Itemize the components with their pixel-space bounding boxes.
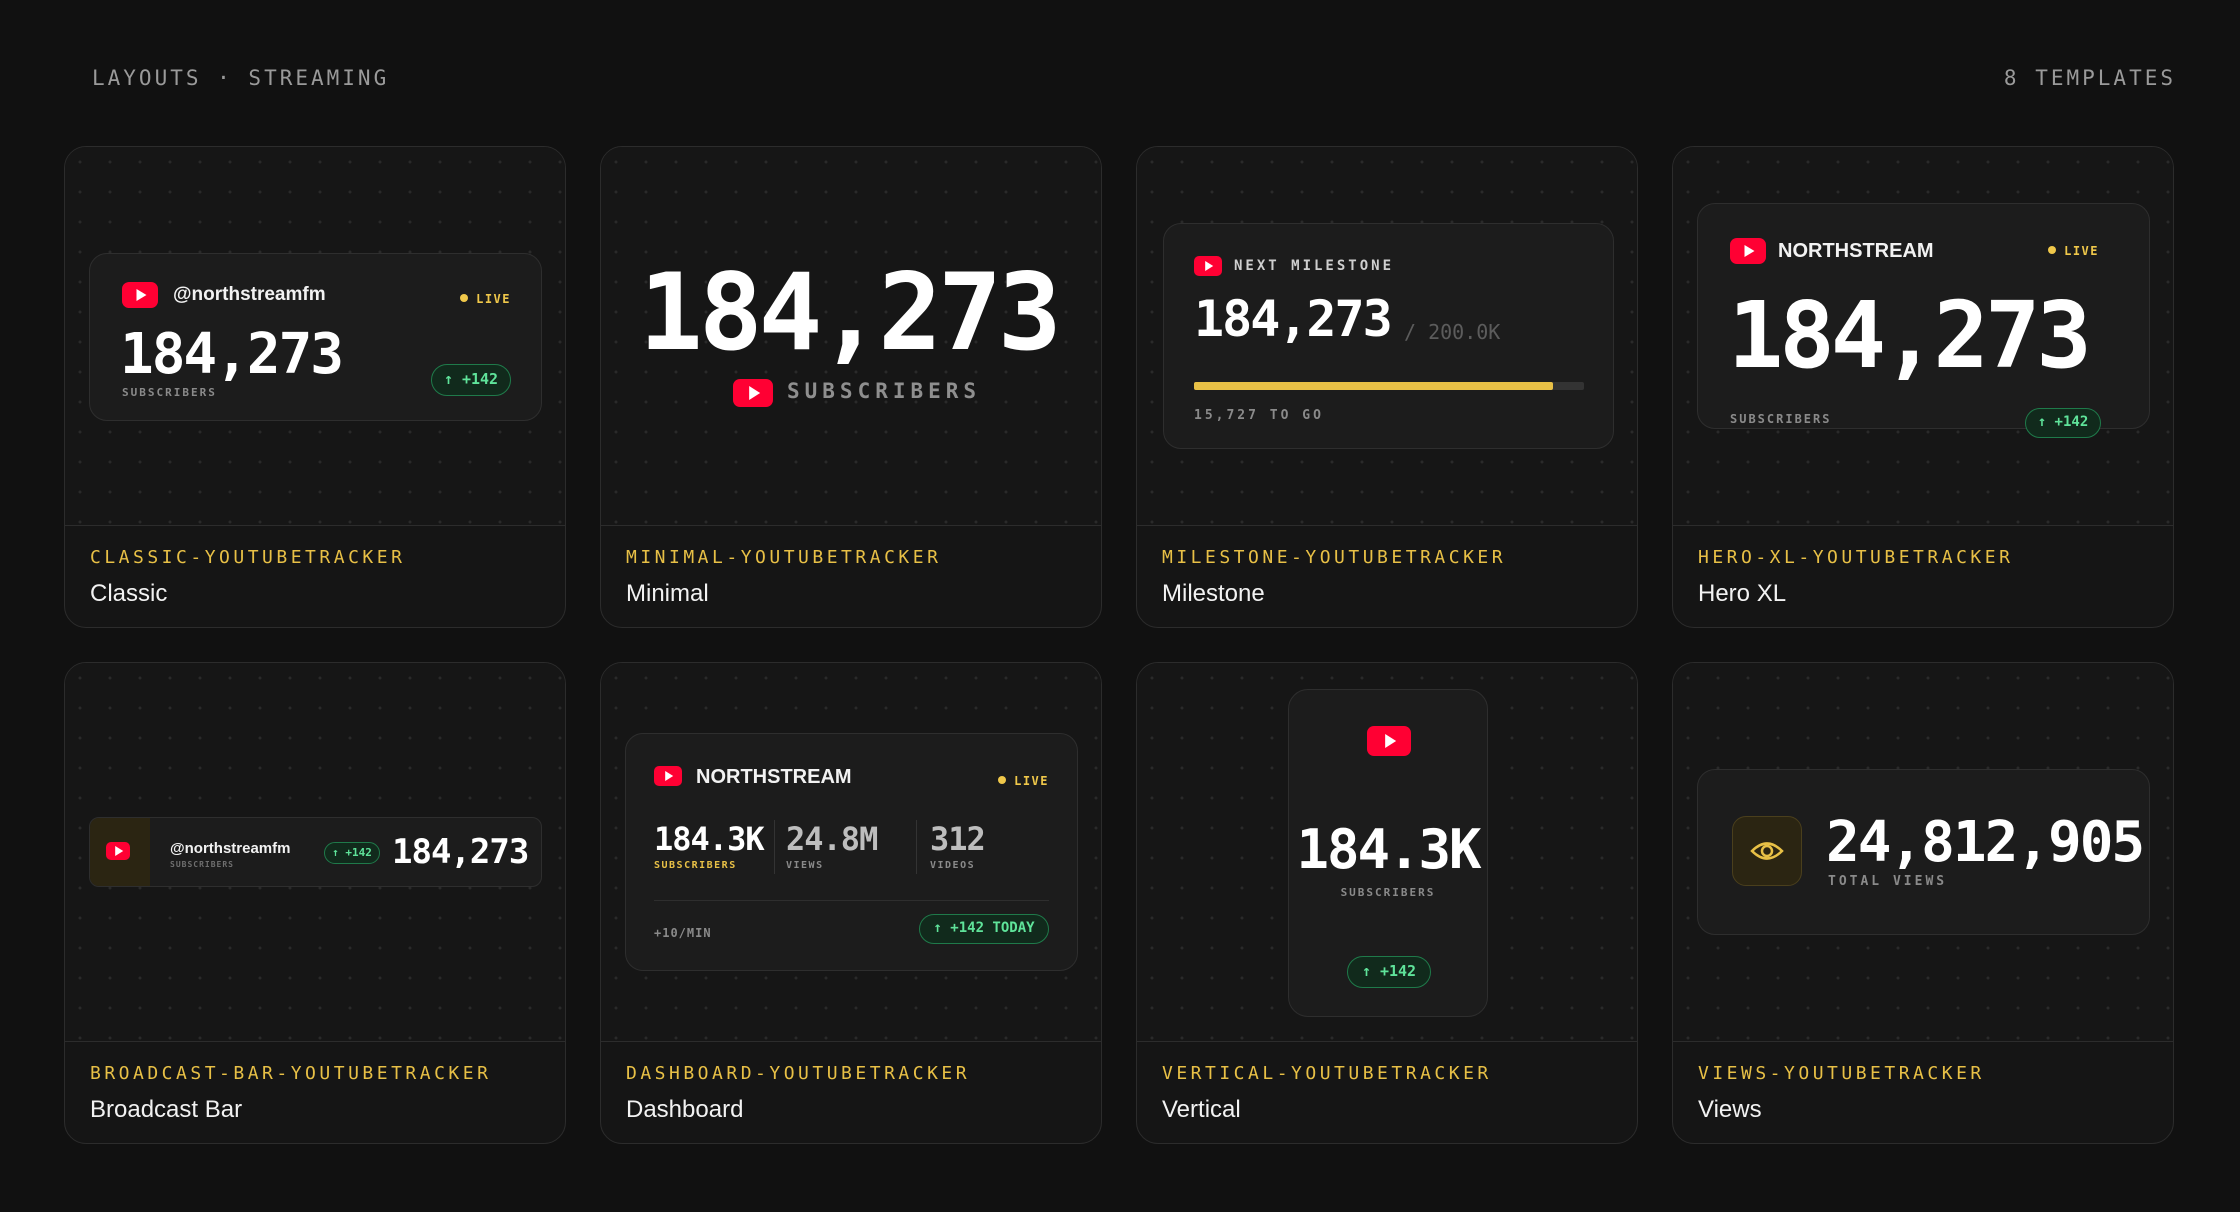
icon-strip (90, 818, 150, 886)
eye-icon (1732, 816, 1802, 886)
live-badge: LIVE (460, 292, 511, 306)
stat-views-label: VIEWS (786, 860, 824, 871)
template-preview: NORTHSTREAM LIVE 184,273 SUBSCRIBERS ↑ +… (1673, 147, 2173, 526)
widget-panel: NORTHSTREAM LIVE 184,273 SUBSCRIBERS ↑ +… (1697, 203, 2150, 438)
milestone-progress-fill (1194, 382, 1553, 390)
widget-panel: 24,812,905 TOTAL VIEWS (1697, 769, 2150, 935)
youtube-icon (1730, 238, 1766, 264)
template-name: Dashboard (626, 1096, 744, 1123)
template-card-dashboard[interactable]: NORTHSTREAM LIVE 184.3K SUBSCRIBERS 24.8… (600, 662, 1102, 1144)
template-name: Vertical (1162, 1096, 1241, 1123)
template-card-classic[interactable]: @northstreamfm LIVE 184,273 SUBSCRIBERS … (64, 146, 566, 628)
template-slug: DASHBOARD-YOUTUBETRACKER (626, 1063, 971, 1084)
template-meta: DASHBOARD-YOUTUBETRACKER Dashboard (626, 1063, 970, 1124)
template-count: 8 TEMPLATES (2003, 66, 2176, 90)
template-card-views[interactable]: 24,812,905 TOTAL VIEWS VIEWS-YOUTUBETRAC… (1672, 662, 2174, 1144)
template-slug: MILESTONE-YOUTUBETRACKER (1162, 547, 1507, 568)
widget-panel: NEXT MILESTONE 184,273 / 200.0K 15,727 T… (1163, 223, 1614, 449)
stat-divider (774, 820, 775, 874)
subscriber-count: 184.3K (1296, 818, 1481, 881)
widget-panel: @northstreamfm SUBSCRIBERS ↑ +142 184,27… (89, 817, 542, 887)
count-label: SUBSCRIBERS (170, 860, 234, 869)
template-name: Broadcast Bar (90, 1096, 243, 1123)
template-card-hero-xl[interactable]: NORTHSTREAM LIVE 184,273 SUBSCRIBERS ↑ +… (1672, 146, 2174, 628)
live-badge: LIVE (2048, 244, 2099, 258)
template-name: Views (1698, 1096, 1762, 1123)
template-slug: VERTICAL-YOUTUBETRACKER (1162, 1063, 1492, 1084)
youtube-icon (122, 282, 158, 308)
template-meta: VERTICAL-YOUTUBETRACKER Vertical (1162, 1063, 1492, 1124)
delta-badge: ↑ +142 (431, 364, 511, 396)
widget-panel: NORTHSTREAM LIVE 184.3K SUBSCRIBERS 24.8… (625, 733, 1078, 971)
count-label: SUBSCRIBERS (1340, 886, 1436, 899)
template-preview: 24,812,905 TOTAL VIEWS (1673, 663, 2173, 1042)
youtube-icon (733, 379, 773, 407)
template-slug: MINIMAL-YOUTUBETRACKER (626, 547, 942, 568)
template-meta: MINIMAL-YOUTUBETRACKER Minimal (626, 547, 941, 608)
milestone-title: NEXT MILESTONE (1234, 258, 1395, 274)
template-preview: 184,273 SUBSCRIBERS (601, 147, 1101, 526)
template-card-vertical[interactable]: 184.3K SUBSCRIBERS ↑ +142 VERTICAL-YOUTU… (1136, 662, 1638, 1144)
widget-panel: 184.3K SUBSCRIBERS ↑ +142 (1288, 689, 1488, 1017)
stat-views-value: 24.8M (786, 820, 878, 858)
count-label: TOTAL VIEWS (1828, 874, 1948, 889)
template-meta: HERO-XL-YOUTUBETRACKER Hero XL (1698, 547, 2013, 608)
template-card-minimal[interactable]: 184,273 SUBSCRIBERS MINIMAL-YOUTUBETRACK… (600, 146, 1102, 628)
youtube-icon (1367, 726, 1411, 756)
template-meta: BROADCAST-BAR-YOUTUBETRACKER Broadcast B… (90, 1063, 491, 1124)
delta-badge: ↑ +142 (2025, 408, 2101, 438)
count-label: SUBSCRIBERS (787, 379, 982, 403)
stat-divider (916, 820, 917, 874)
subscriber-count: 184,273 (1728, 282, 2092, 389)
template-meta: VIEWS-YOUTUBETRACKER Views (1698, 1063, 1985, 1124)
breadcrumb: LAYOUTS · STREAMING (92, 66, 390, 90)
milestone-goal: / 200.0K (1404, 320, 1501, 344)
panel-divider (654, 900, 1049, 901)
channel-name: NORTHSTREAM (696, 766, 852, 788)
template-preview: @northstreamfm SUBSCRIBERS ↑ +142 184,27… (65, 663, 565, 1042)
channel-name: NORTHSTREAM (1778, 240, 1934, 262)
milestone-progress-track (1194, 382, 1584, 390)
template-preview: @northstreamfm LIVE 184,273 SUBSCRIBERS … (65, 147, 565, 526)
template-preview: NORTHSTREAM LIVE 184.3K SUBSCRIBERS 24.8… (601, 663, 1101, 1042)
page-header: LAYOUTS · STREAMING 8 TEMPLATES (92, 66, 2176, 96)
milestone-remaining: 15,727 TO GO (1194, 408, 1324, 423)
widget-panel: @northstreamfm LIVE 184,273 SUBSCRIBERS … (89, 253, 542, 421)
subscriber-count: 184,273 (1194, 290, 1393, 348)
template-card-broadcast-bar[interactable]: @northstreamfm SUBSCRIBERS ↑ +142 184,27… (64, 662, 566, 1144)
template-name: Hero XL (1698, 580, 1787, 607)
count-label: SUBSCRIBERS (1730, 412, 1832, 426)
delta-badge: ↑ +142 (324, 842, 380, 864)
youtube-icon (654, 766, 682, 786)
views-count: 24,812,905 (1826, 810, 2145, 875)
template-name: Milestone (1162, 580, 1265, 607)
count-label: SUBSCRIBERS (122, 386, 217, 399)
template-preview: NEXT MILESTONE 184,273 / 200.0K 15,727 T… (1137, 147, 1637, 526)
stat-subscribers-value: 184.3K (654, 820, 765, 858)
stat-subscribers-label: SUBSCRIBERS (654, 860, 737, 871)
template-slug: VIEWS-YOUTUBETRACKER (1698, 1063, 1985, 1084)
template-preview: 184.3K SUBSCRIBERS ↑ +142 (1137, 663, 1637, 1042)
template-name: Minimal (626, 580, 709, 607)
channel-handle: @northstreamfm (170, 840, 291, 857)
template-meta: CLASSIC-YOUTUBETRACKER Classic (90, 547, 405, 608)
template-meta: MILESTONE-YOUTUBETRACKER Milestone (1162, 547, 1506, 608)
template-slug: BROADCAST-BAR-YOUTUBETRACKER (90, 1063, 492, 1084)
live-badge: LIVE (998, 774, 1049, 788)
subscriber-count: 184,273 (392, 832, 529, 872)
youtube-icon (1194, 256, 1222, 276)
channel-handle: @northstreamfm (173, 284, 326, 305)
subscriber-count: 184,273 (120, 322, 344, 387)
template-slug: HERO-XL-YOUTUBETRACKER (1698, 547, 2014, 568)
rate-label: +10/MIN (654, 926, 712, 940)
youtube-icon (106, 842, 130, 860)
stat-videos-label: VIDEOS (930, 860, 976, 871)
template-slug: CLASSIC-YOUTUBETRACKER (90, 547, 406, 568)
stat-videos-value: 312 (930, 820, 986, 858)
template-name: Classic (90, 580, 168, 607)
delta-badge: ↑ +142 (1347, 956, 1431, 988)
delta-badge: ↑ +142 TODAY (919, 914, 1049, 944)
subscriber-count: 184,273 (639, 251, 1062, 374)
template-card-milestone[interactable]: NEXT MILESTONE 184,273 / 200.0K 15,727 T… (1136, 146, 1638, 628)
